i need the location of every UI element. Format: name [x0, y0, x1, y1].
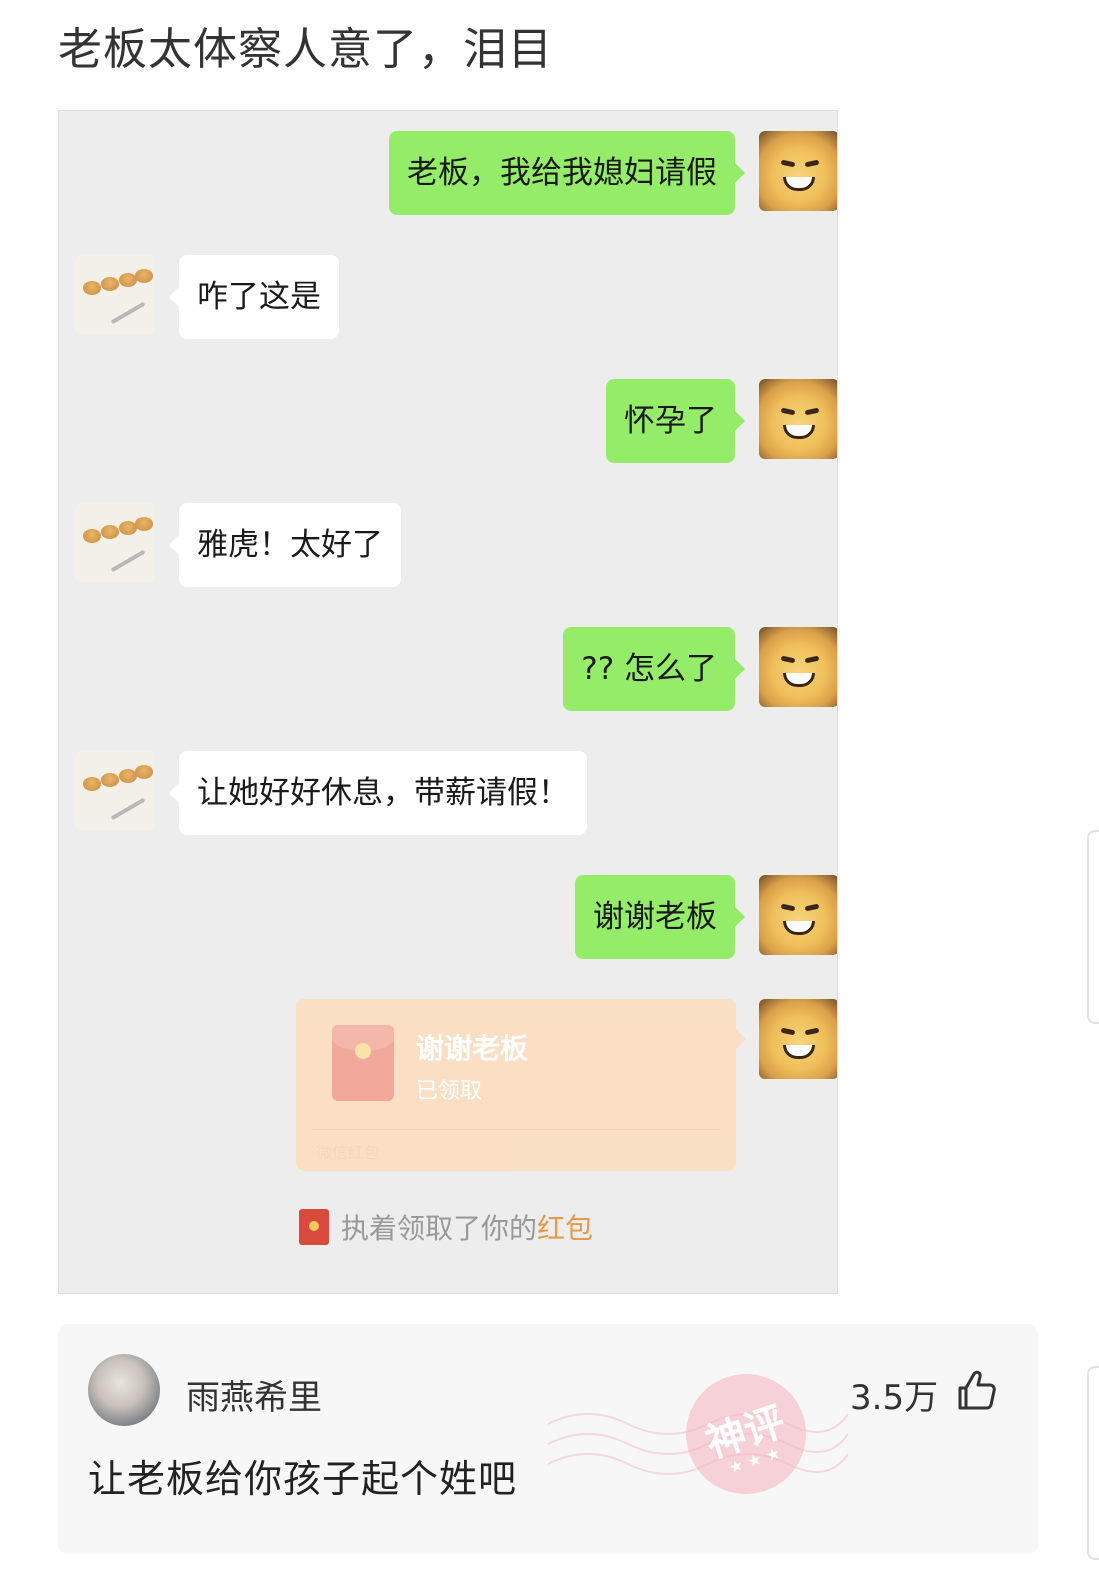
- boss-avatar[interactable]: [75, 503, 155, 583]
- my-avatar[interactable]: [759, 627, 837, 707]
- red-packet-footer: 微信红包: [316, 1143, 381, 1162]
- cake-plate-icon: [75, 503, 155, 583]
- commenter-avatar[interactable]: [88, 1354, 160, 1426]
- scroll-edge-indicator: [1087, 830, 1099, 1024]
- red-packet-card[interactable]: 谢谢老板 已领取 微信红包: [296, 999, 746, 1171]
- my-avatar[interactable]: [759, 999, 837, 1079]
- red-packet-status: 已领取: [416, 1079, 483, 1104]
- comment-text: 让老板给你孩子起个姓吧: [88, 1457, 518, 1501]
- my-avatar[interactable]: [759, 875, 837, 955]
- like-count: 3.5万: [850, 1378, 939, 1418]
- boss-avatar[interactable]: [75, 255, 155, 335]
- system-note: 执着领取了你的 红包: [299, 1207, 593, 1247]
- boss-avatar[interactable]: [75, 751, 155, 831]
- chat-bubble-me: 老板，我给我媳妇请假: [389, 131, 745, 215]
- chat-screenshot[interactable]: 老板，我给我媳妇请假 咋了这是 怀孕了 雅虎！太好了 ?? 怎么了 让她好好休息…: [58, 110, 838, 1294]
- emoji-face-icon: [759, 131, 837, 211]
- chat-bubble-me: 怀孕了: [606, 379, 745, 463]
- emoji-face-icon: [759, 627, 837, 707]
- cake-plate-icon: [75, 751, 155, 831]
- thumbs-up-icon[interactable]: [954, 1368, 998, 1412]
- red-packet-divider: [312, 1129, 720, 1130]
- system-note-text: 执着领取了你的: [341, 1212, 538, 1245]
- chat-bubble-boss: 让她好好休息，带薪请假！: [169, 751, 587, 835]
- red-packet-icon: [299, 1209, 329, 1245]
- top-comment: 雨燕希里 3.5万 神评 ★ ★ ★ 让老板给你孩子起个姓吧: [58, 1324, 1038, 1554]
- chat-bubble-me: 谢谢老板: [575, 875, 745, 959]
- emoji-face-icon: [759, 379, 837, 459]
- emoji-face-icon: [759, 875, 837, 955]
- emoji-face-icon: [759, 999, 837, 1079]
- my-avatar[interactable]: [759, 379, 837, 459]
- scroll-edge-indicator: [1087, 1366, 1099, 1560]
- red-packet-title: 谢谢老板: [416, 1032, 529, 1065]
- chat-bubble-boss: 雅虎！太好了: [169, 503, 401, 587]
- chat-bubble-boss: 咋了这是: [169, 255, 339, 339]
- red-packet-envelope-icon: [332, 1025, 394, 1101]
- my-avatar[interactable]: [759, 131, 837, 211]
- post-title: 老板太体察人意了，泪目: [58, 24, 553, 75]
- commenter-name[interactable]: 雨燕希里: [186, 1370, 322, 1419]
- cake-plate-icon: [75, 255, 155, 335]
- system-note-link[interactable]: 红包: [537, 1207, 593, 1247]
- chat-bubble-me: ?? 怎么了: [563, 627, 745, 711]
